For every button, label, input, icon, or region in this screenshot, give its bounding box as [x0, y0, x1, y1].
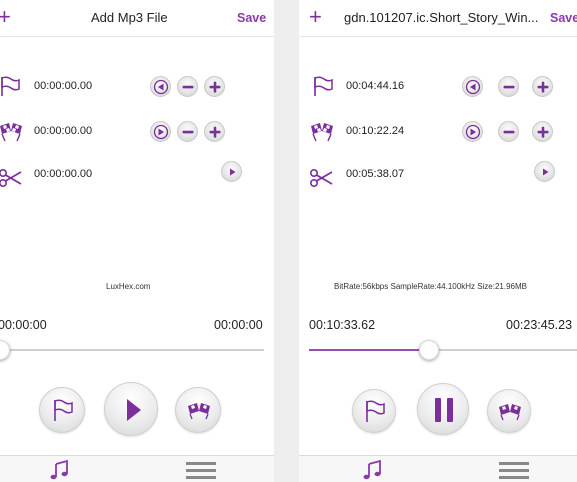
pause-icon: [435, 398, 453, 422]
end-plus-button[interactable]: [204, 121, 225, 142]
scissors-icon: [309, 168, 333, 188]
plus-circle-icon: [209, 126, 221, 138]
end-time: 00:10:22.24: [346, 125, 405, 137]
flag-icon: [366, 400, 385, 422]
start-plus-button[interactable]: [532, 76, 553, 97]
end-plus-button[interactable]: [532, 121, 553, 142]
checkered-flags-icon: [188, 403, 210, 420]
progress-thumb[interactable]: [418, 340, 439, 360]
progress-slider[interactable]: [0, 349, 264, 351]
left-screen: + Add Mp3 File Save 00:00:00.00 00:00:00…: [0, 0, 274, 482]
minus-circle-icon: [503, 85, 515, 89]
set-end-button[interactable]: [487, 389, 531, 433]
end-time: 00:00:00.00: [34, 125, 93, 137]
rewind-circle-icon: [465, 79, 481, 95]
total-time: 00:23:45.23: [506, 318, 573, 332]
play-button[interactable]: [104, 382, 158, 436]
preview-play-button[interactable]: [534, 161, 555, 182]
start-plus-button[interactable]: [204, 76, 225, 97]
end-minus-button[interactable]: [177, 121, 198, 142]
cut-time: 00:05:38.07: [346, 168, 405, 180]
rewind-circle-icon: [153, 79, 169, 95]
cut-time: 00:00:00.00: [34, 168, 93, 180]
forward-circle-icon: [465, 124, 481, 140]
start-minus-button[interactable]: [498, 76, 519, 97]
preview-play-button[interactable]: [221, 161, 242, 182]
minus-circle-icon: [503, 130, 515, 134]
file-info: BitRate:56kbps SampleRate:44.100kHz Size…: [334, 282, 527, 291]
scissors-icon: [0, 169, 22, 187]
plus-circle-icon: [537, 81, 549, 93]
end-forward-button[interactable]: [150, 121, 171, 142]
save-button[interactable]: Save: [550, 11, 577, 25]
screen-divider: [274, 0, 299, 482]
add-file-button[interactable]: +: [309, 5, 322, 29]
pause-button[interactable]: [417, 383, 469, 435]
right-screen: + gdn.101207.ic.Short_Story_Win... Save …: [299, 0, 577, 482]
music-note-icon[interactable]: [48, 458, 72, 482]
music-note-icon[interactable]: [361, 458, 385, 482]
play-small-icon: [230, 168, 236, 176]
progress-fill: [309, 349, 429, 351]
flag-icon: [314, 76, 333, 96]
total-time: 00:00:00: [214, 318, 263, 332]
flag-icon: [54, 399, 73, 421]
plus-circle-icon: [209, 81, 221, 93]
progress-thumb[interactable]: [0, 340, 10, 360]
current-time: 00:00:00: [0, 318, 47, 332]
hamburger-menu-icon[interactable]: [186, 458, 216, 482]
minus-circle-icon: [182, 130, 194, 134]
play-icon: [127, 399, 141, 421]
current-time: 00:10:33.62: [309, 318, 376, 332]
forward-circle-icon: [153, 124, 169, 140]
flag-icon: [1, 76, 20, 96]
end-forward-button[interactable]: [462, 121, 483, 142]
set-start-button[interactable]: [39, 387, 85, 433]
end-minus-button[interactable]: [498, 121, 519, 142]
start-time: 00:00:00.00: [34, 80, 93, 92]
tab-bar: [299, 455, 577, 482]
navigation-bar: + gdn.101207.ic.Short_Story_Win... Save: [299, 0, 577, 37]
start-rewind-button[interactable]: [150, 76, 171, 97]
save-button[interactable]: Save: [237, 11, 266, 25]
page-title: Add Mp3 File: [91, 10, 168, 25]
page-title: gdn.101207.ic.Short_Story_Win...: [344, 10, 539, 25]
file-info: LuxHex.com: [106, 282, 151, 291]
checkered-flags-icon: [499, 404, 521, 421]
tab-bar: [0, 455, 274, 482]
checkered-flags-icon: [311, 123, 333, 142]
hamburger-menu-icon[interactable]: [499, 458, 529, 482]
start-rewind-button[interactable]: [462, 76, 483, 97]
minus-circle-icon: [182, 85, 194, 89]
start-time: 00:04:44.16: [346, 80, 405, 92]
checkered-flags-icon: [0, 123, 22, 142]
plus-circle-icon: [537, 126, 549, 138]
play-small-icon: [543, 168, 549, 176]
set-start-button[interactable]: [352, 389, 396, 433]
add-file-button[interactable]: +: [0, 5, 11, 29]
navigation-bar: + Add Mp3 File Save: [0, 0, 274, 37]
set-end-button[interactable]: [175, 387, 221, 433]
start-minus-button[interactable]: [177, 76, 198, 97]
progress-slider[interactable]: [309, 349, 577, 351]
